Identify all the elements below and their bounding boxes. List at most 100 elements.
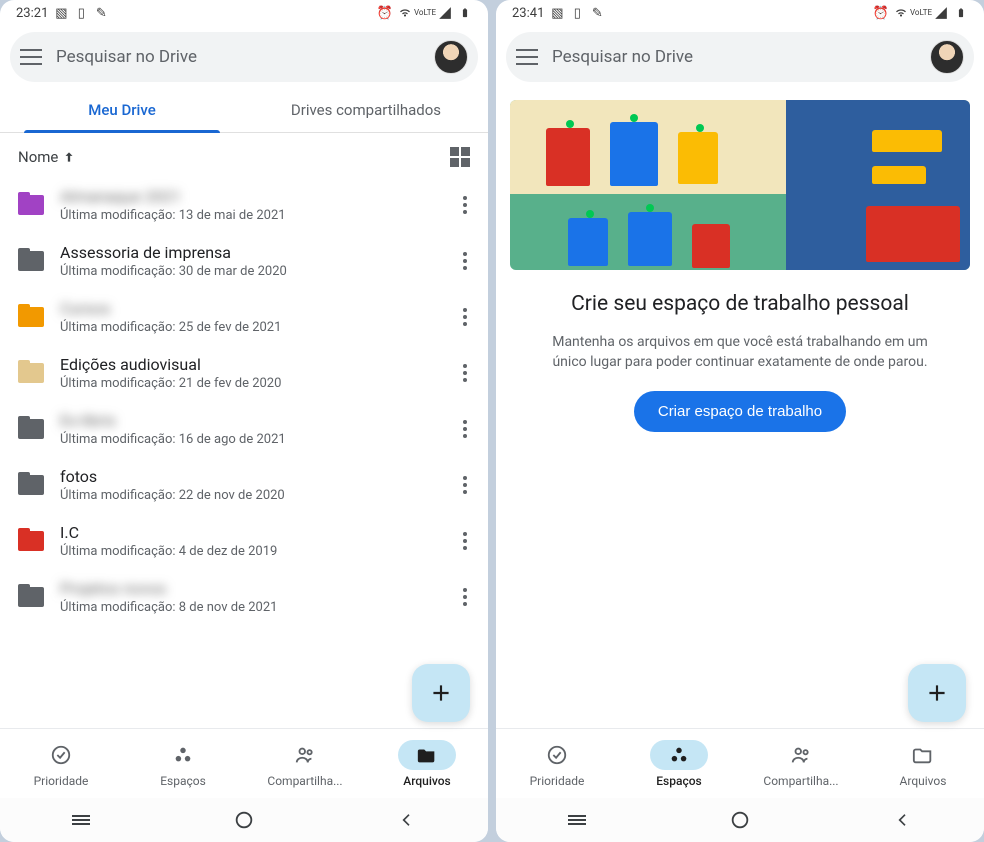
file-text: Ex-libris Última modificação: 16 de ago … [60,411,432,447]
sys-home[interactable] [727,807,753,833]
battery-icon [954,6,968,20]
more-button[interactable] [448,532,482,550]
nav-label: Compartilha... [267,774,342,788]
more-button[interactable] [448,364,482,382]
more-button[interactable] [448,196,482,214]
file-row[interactable]: Assessoria de imprensa Última modificaçã… [0,233,488,289]
file-text: Almanaque 2021 Última modificação: 13 de… [60,187,432,223]
file-name: Edições audiovisual [60,355,432,374]
sys-recent[interactable] [68,807,94,833]
folder-icon [18,363,44,383]
signal-icon [934,6,948,20]
alarm-icon: ⏰ [378,6,392,20]
fab-new[interactable] [908,664,966,722]
file-row[interactable]: fotos Última modificação: 22 de nov de 2… [0,457,488,513]
avatar[interactable] [434,40,468,74]
file-name: I.C [60,523,432,542]
system-nav [496,798,984,842]
nav-files[interactable]: Arquivos [862,729,984,798]
menu-icon[interactable] [20,49,42,65]
nav-priority[interactable]: Prioridade [496,729,618,798]
nav-priority[interactable]: Prioridade [0,729,122,798]
check-badge-icon [50,744,72,766]
file-row[interactable]: Almanaque 2021 Última modificação: 13 de… [0,177,488,233]
workspace-illustration [510,100,970,270]
people-icon [294,744,316,766]
file-modified: Última modificação: 21 de fev de 2020 [60,376,432,391]
create-workspace-button[interactable]: Criar espaço de trabalho [634,391,846,432]
search-input[interactable]: Pesquisar no Drive [552,47,916,67]
more-button[interactable] [448,476,482,494]
sys-home[interactable] [231,807,257,833]
file-text: Assessoria de imprensa Última modificaçã… [60,243,432,279]
folder-icon [416,744,438,766]
book-icon: ▯ [74,6,88,20]
sys-recent[interactable] [564,807,590,833]
file-name: Assessoria de imprensa [60,243,432,262]
file-name: Ex-libris [60,411,432,430]
nav-shared[interactable]: Compartilha... [740,729,862,798]
grid-view-icon[interactable] [450,147,470,167]
plus-icon [428,680,454,706]
folder-icon [18,419,44,439]
fab-new[interactable] [412,664,470,722]
file-row[interactable]: I.C Última modificação: 4 de dez de 2019 [0,513,488,569]
note-icon: ✎ [94,6,108,20]
file-modified: Última modificação: 13 de mai de 2021 [60,208,432,223]
more-button[interactable] [448,588,482,606]
menu-icon[interactable] [516,49,538,65]
plus-icon [924,680,950,706]
file-row[interactable]: Edições audiovisual Última modificação: … [0,345,488,401]
file-modified: Última modificação: 8 de nov de 2021 [60,600,432,615]
file-row[interactable]: Cursos Última modificação: 25 de fev de … [0,289,488,345]
avatar[interactable] [930,40,964,74]
nav-spaces[interactable]: Espaços [122,729,244,798]
search-input[interactable]: Pesquisar no Drive [56,47,420,67]
file-row[interactable]: Projetos novos Última modificação: 8 de … [0,569,488,625]
phone-left: 23:21 ▧ ▯ ✎ ⏰ VoLTE Pesquisar no Drive M… [0,0,488,842]
search-bar[interactable]: Pesquisar no Drive [10,32,478,82]
image-icon: ▧ [550,6,564,20]
nav-label: Espaços [656,774,701,788]
sort-button[interactable]: Nome [18,148,76,166]
file-text: Projetos novos Última modificação: 8 de … [60,579,432,615]
signal-icon [438,6,452,20]
nav-spaces[interactable]: Espaços [618,729,740,798]
file-modified: Última modificação: 4 de dez de 2019 [60,544,432,559]
folder-icon [18,195,44,215]
nav-shared[interactable]: Compartilha... [244,729,366,798]
file-text: Edições audiovisual Última modificação: … [60,355,432,391]
file-name: Projetos novos [60,579,432,598]
nav-label: Prioridade [34,774,89,788]
people-icon [790,744,812,766]
more-button[interactable] [448,420,482,438]
file-text: I.C Última modificação: 4 de dez de 2019 [60,523,432,559]
more-button[interactable] [448,252,482,270]
sys-back[interactable] [394,807,420,833]
nav-files[interactable]: Arquivos [366,729,488,798]
nav-label: Espaços [160,774,206,788]
file-row[interactable]: Ex-libris Última modificação: 16 de ago … [0,401,488,457]
more-button[interactable] [448,308,482,326]
tab-shared-drives[interactable]: Drives compartilhados [244,88,488,132]
tab-my-drive[interactable]: Meu Drive [0,88,244,132]
system-nav [0,798,488,842]
nav-label: Compartilha... [763,774,838,788]
file-list: Almanaque 2021 Última modificação: 13 de… [0,171,488,728]
wifi-icon [398,6,412,20]
file-modified: Última modificação: 30 de mar de 2020 [60,264,432,279]
file-name: Almanaque 2021 [60,187,432,206]
status-bar: 23:21 ▧ ▯ ✎ ⏰ VoLTE [0,0,488,26]
note-icon: ✎ [590,6,604,20]
volte-icon: VoLTE [914,6,928,20]
battery-icon [458,6,472,20]
folder-icon [18,307,44,327]
file-modified: Última modificação: 22 de nov de 2020 [60,488,432,503]
promo-description: Mantenha os arquivos em que você está tr… [496,326,984,391]
bottom-nav: Prioridade Espaços Compartilha... Arquiv… [0,728,488,798]
sys-back[interactable] [890,807,916,833]
book-icon: ▯ [570,6,584,20]
search-bar[interactable]: Pesquisar no Drive [506,32,974,82]
status-time: 23:41 [512,6,544,21]
drive-tabs: Meu Drive Drives compartilhados [0,88,488,133]
